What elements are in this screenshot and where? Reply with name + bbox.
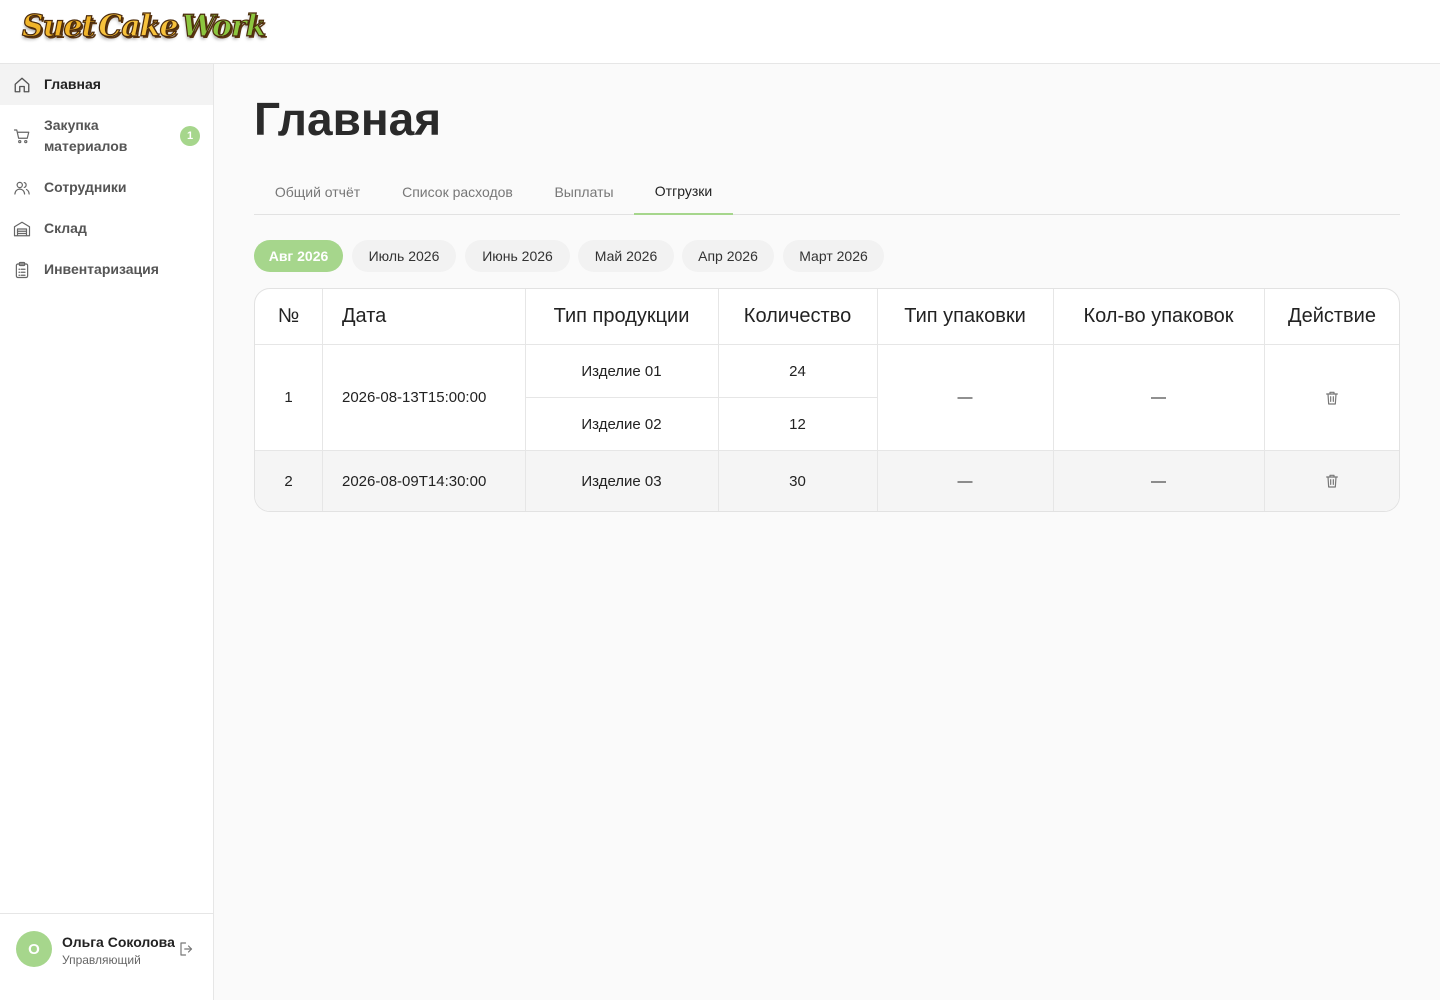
column-header-action: Действие (1288, 305, 1376, 327)
top-bar: Suet Cake Work (0, 0, 1440, 64)
column-header-package-count: Кол-во упаковок (1083, 305, 1234, 327)
sidebar: Главная Закупка материалов 1 Сотрудники … (0, 64, 214, 1000)
column-header-date: Дата (342, 305, 387, 327)
user-name: Ольга Соколова (62, 934, 175, 950)
column-header-package-type: Тип упаковки (904, 305, 1026, 327)
page-title: Главная (254, 93, 442, 145)
row-action (1264, 451, 1399, 511)
sidebar-item-label: Закупка материалов (44, 117, 128, 154)
month-filter-may-2026[interactable]: Май 2026 (578, 240, 674, 272)
users-icon (12, 178, 32, 198)
logout-icon[interactable] (178, 940, 198, 960)
user-profile: О Ольга Соколова Управляющий (0, 913, 213, 1000)
sidebar-item-label: Сотрудники (44, 179, 127, 195)
home-icon (12, 75, 32, 95)
product-type: Изделие 01 (581, 362, 662, 380)
sidebar-item-label: Инвентаризация (44, 261, 159, 277)
shipments-table: № Дата Тип продукции Количество Тип упак… (254, 288, 1400, 512)
logo-word-2: Cake (98, 8, 179, 44)
clipboard-icon (12, 260, 32, 280)
delete-icon[interactable] (1324, 390, 1340, 406)
sidebar-item-home[interactable]: Главная (0, 64, 213, 105)
package-count: — (1151, 389, 1166, 406)
sidebar-item-inventory[interactable]: Инвентаризация (0, 249, 213, 290)
package-type: — (957, 472, 973, 490)
row-action (1264, 345, 1399, 450)
sidebar-item-label: Склад (44, 220, 87, 236)
month-filter-mar-2026[interactable]: Март 2026 (783, 240, 884, 272)
product-type: Изделие 02 (581, 415, 662, 433)
tab-bar: Общий отчёт Список расходов Выплаты Отгр… (254, 168, 1400, 215)
row-date: 2026-08-09T14:30:00 (342, 472, 487, 490)
app-logo[interactable]: Suet Cake Work (21, 4, 267, 48)
logo-word-3: Work (181, 8, 267, 44)
avatar[interactable]: О (16, 931, 52, 967)
divider (255, 511, 1400, 512)
package-type: — (957, 389, 973, 406)
cart-icon (12, 126, 32, 146)
month-filter-aug-2026[interactable]: Авг 2026 (254, 240, 343, 272)
tab-expenses[interactable]: Список расходов (381, 168, 534, 215)
row-number: 2 (284, 472, 293, 490)
tab-payments[interactable]: Выплаты (534, 168, 634, 215)
month-filter-jun-2026[interactable]: Июнь 2026 (465, 240, 570, 272)
month-filter-apr-2026[interactable]: Апр 2026 (682, 240, 774, 272)
sidebar-item-label: Главная (44, 76, 101, 92)
warehouse-icon (12, 219, 32, 239)
product-quantity: 30 (789, 472, 806, 490)
sidebar-item-purchases[interactable]: Закупка материалов 1 (0, 115, 213, 157)
tab-general-report[interactable]: Общий отчёт (254, 168, 381, 215)
row-number: 1 (284, 389, 293, 406)
month-filter-jul-2026[interactable]: Июль 2026 (352, 240, 456, 272)
delete-icon[interactable] (1324, 473, 1340, 489)
column-header-product-type: Тип продукции (553, 305, 690, 327)
product-type: Изделие 03 (581, 472, 662, 490)
notification-badge: 1 (180, 126, 200, 146)
logo-word-1: Suet (21, 8, 96, 44)
column-header-quantity: Количество (743, 305, 852, 327)
user-role: Управляющий (62, 953, 141, 967)
tab-shipments[interactable]: Отгрузки (634, 168, 733, 215)
sidebar-item-employees[interactable]: Сотрудники (0, 167, 213, 208)
package-count: — (1151, 472, 1166, 490)
column-header-number: № (277, 305, 300, 327)
product-quantity: 24 (789, 362, 806, 380)
row-date: 2026-08-13T15:00:00 (342, 389, 487, 406)
product-quantity: 12 (789, 415, 806, 433)
sidebar-item-warehouse[interactable]: Склад (0, 208, 213, 249)
